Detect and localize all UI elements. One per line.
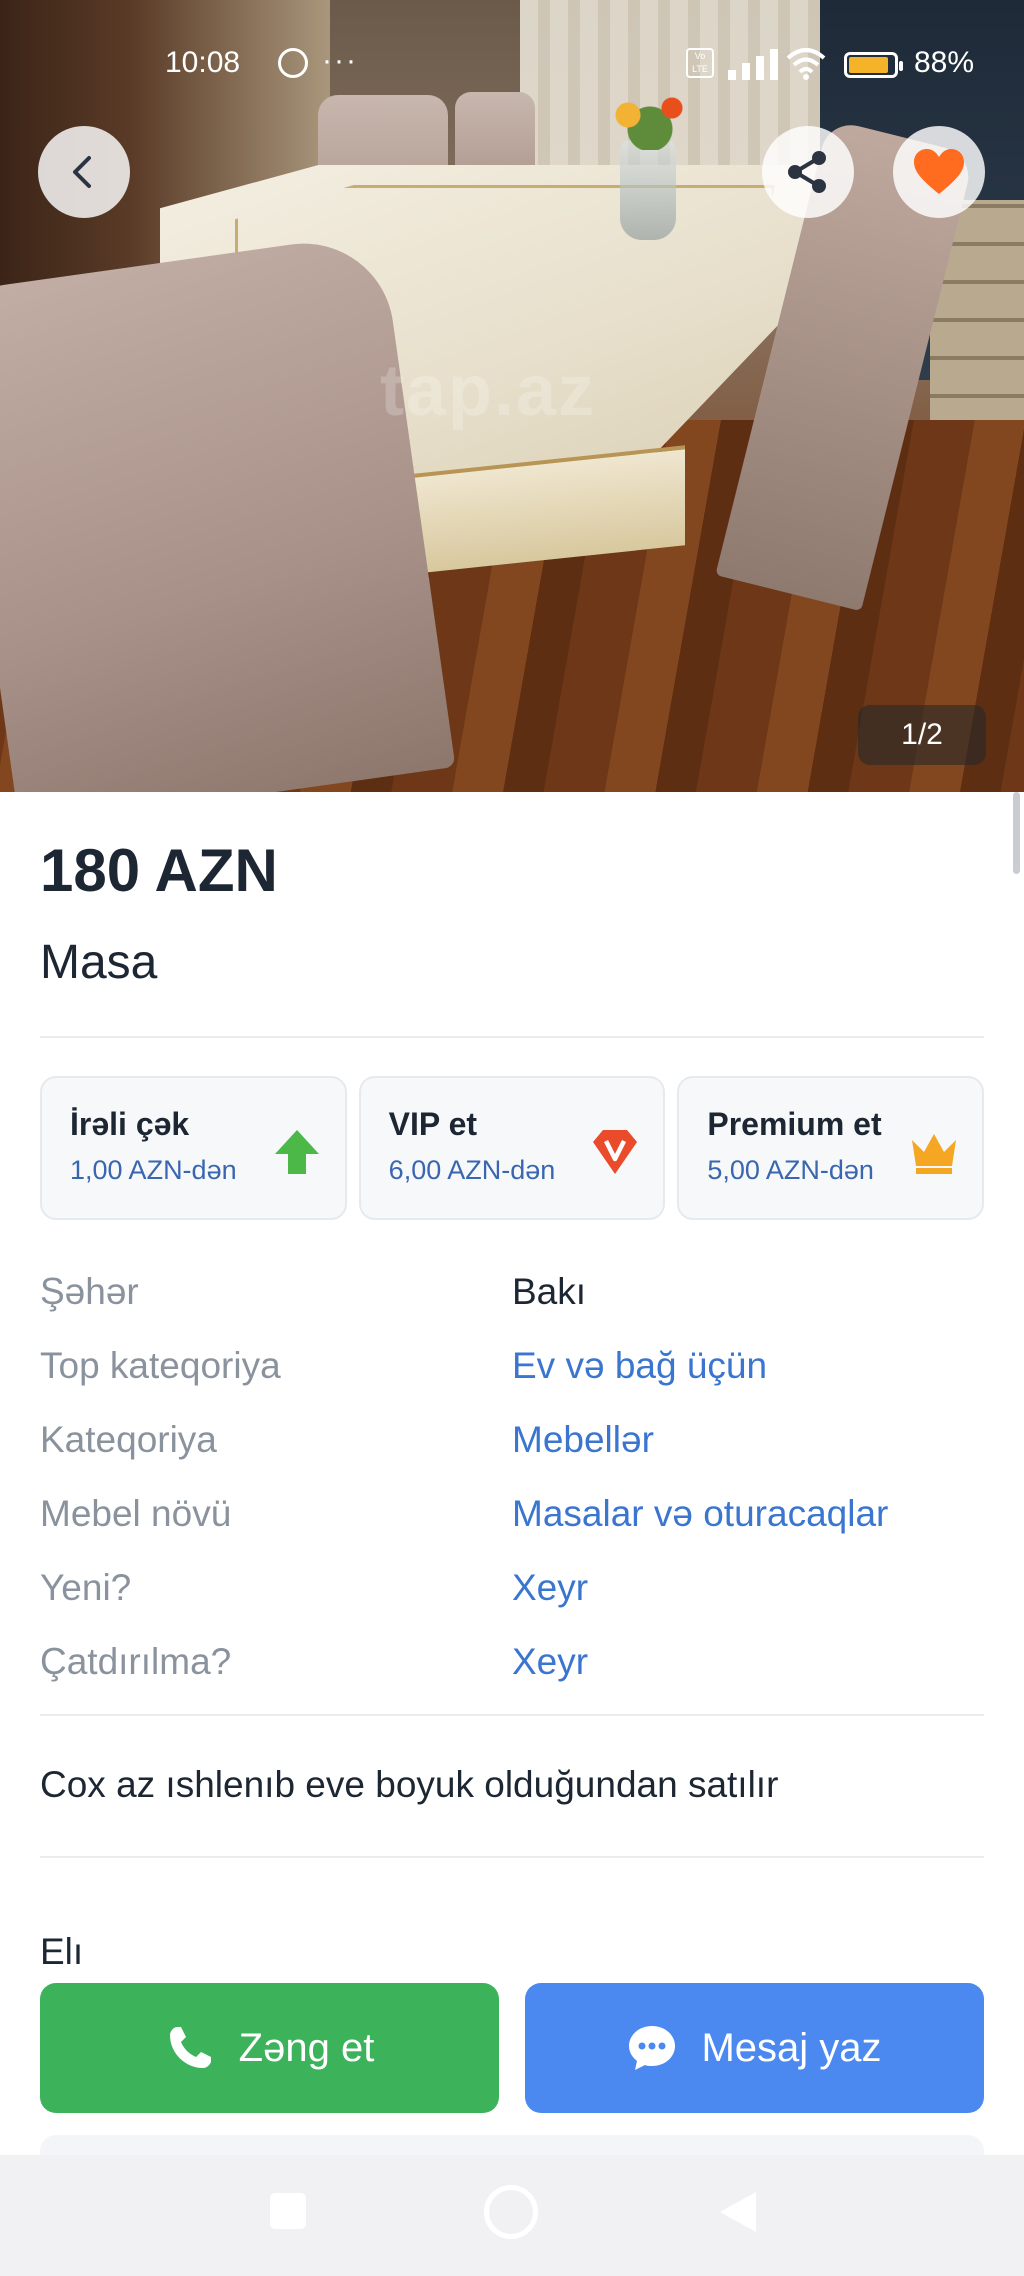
favorite-button[interactable] (893, 126, 985, 218)
photo-vase (620, 140, 676, 240)
photo-chair (0, 232, 456, 792)
signal-icon (728, 49, 778, 80)
divider (40, 1856, 984, 1858)
property-row: Mebel növü Masalar və oturacaqlar (40, 1477, 984, 1551)
recent-apps-button[interactable] (270, 2193, 306, 2229)
property-key: Top kateqoriya (40, 1345, 281, 1386)
status-time: 10:08 (165, 46, 241, 79)
listing-title: Masa (40, 936, 158, 989)
property-list: Şəhər Bakı Top kateqoriya Ev və bağ üçün… (40, 1255, 984, 1699)
phone-icon (169, 2027, 211, 2068)
back-triangle-icon[interactable] (716, 2189, 760, 2235)
chevron-left-icon (73, 156, 91, 188)
arrow-up-icon (274, 1130, 319, 1174)
property-key: Mebel növü (40, 1493, 232, 1534)
battery-icon (844, 52, 903, 78)
divider (40, 1714, 984, 1716)
wifi-icon (786, 48, 826, 80)
listing-description: Cox az ıshlenıb eve boyuk olduğundan sat… (40, 1764, 779, 1805)
photo-counter: 1/2 (858, 705, 986, 765)
property-key: Çatdırılma? (40, 1641, 232, 1682)
whatsapp-icon (278, 48, 308, 78)
property-key: Kateqoriya (40, 1419, 217, 1460)
promo-vip-card[interactable]: VIP et 6,00 AZN-dən (358, 1076, 666, 1220)
promo-premium-card[interactable]: Premium et 5,00 AZN-dən (677, 1076, 985, 1220)
chat-bubble-icon (629, 2026, 676, 2070)
message-button[interactable]: Mesaj yaz (525, 1983, 984, 2113)
promo-bump-up-card[interactable]: İrəli çək 1,00 AZN-dən (40, 1076, 347, 1220)
listing-price: 180 AZN (40, 837, 278, 904)
heart-icon (914, 149, 964, 194)
vip-diamond-icon (593, 1130, 638, 1174)
call-button[interactable]: Zəng et (40, 1983, 499, 2113)
property-key: Yeni? (40, 1567, 132, 1608)
photo-flowers (595, 80, 705, 150)
property-row: Top kateqoriya Ev və bağ üçün (40, 1329, 984, 1403)
promotion-options: İrəli çək 1,00 AZN-dən VIP et 6,00 AZN-d… (40, 1076, 985, 1220)
call-button-label: Zəng et (238, 2025, 375, 2070)
home-button[interactable] (484, 2185, 538, 2239)
property-row: Yeni? Xeyr (40, 1551, 984, 1625)
property-row: Kateqoriya Mebellər (40, 1403, 984, 1477)
property-link[interactable]: Masalar və oturacaqlar (512, 1493, 888, 1535)
share-button[interactable] (762, 126, 854, 218)
battery-percent: 88% (914, 46, 975, 79)
property-link[interactable]: Mebellər (512, 1419, 654, 1461)
back-button[interactable] (38, 126, 130, 218)
status-bar: 10:08 ··· Vo LTE 88% (0, 40, 1024, 90)
share-icon (788, 151, 826, 193)
property-row: Çatdırılma? Xeyr (40, 1625, 984, 1699)
system-nav-bar (0, 2155, 1024, 2276)
section-label: Elı (40, 1931, 84, 1972)
divider (40, 1036, 984, 1038)
property-key: Şəhər (40, 1271, 139, 1312)
battery-fill (849, 57, 888, 73)
volte-icon: Vo LTE (686, 48, 714, 78)
property-link[interactable]: Ev və bağ üçün (512, 1345, 767, 1387)
property-link[interactable]: Xeyr (512, 1641, 588, 1683)
more-notifications-icon: ··· (322, 44, 358, 77)
message-button-label: Mesaj yaz (701, 2025, 882, 2070)
property-value: Bakı (512, 1271, 587, 1312)
property-link[interactable]: Xeyr (512, 1567, 588, 1609)
crown-icon (912, 1134, 957, 1174)
scrollbar[interactable] (1013, 792, 1020, 874)
photo-watermark: tap.az (380, 351, 597, 431)
property-row: Şəhər Bakı (40, 1255, 984, 1329)
listing-photo[interactable]: tap.az 10:08 ··· Vo LTE 88% 1/2 (0, 0, 1024, 792)
